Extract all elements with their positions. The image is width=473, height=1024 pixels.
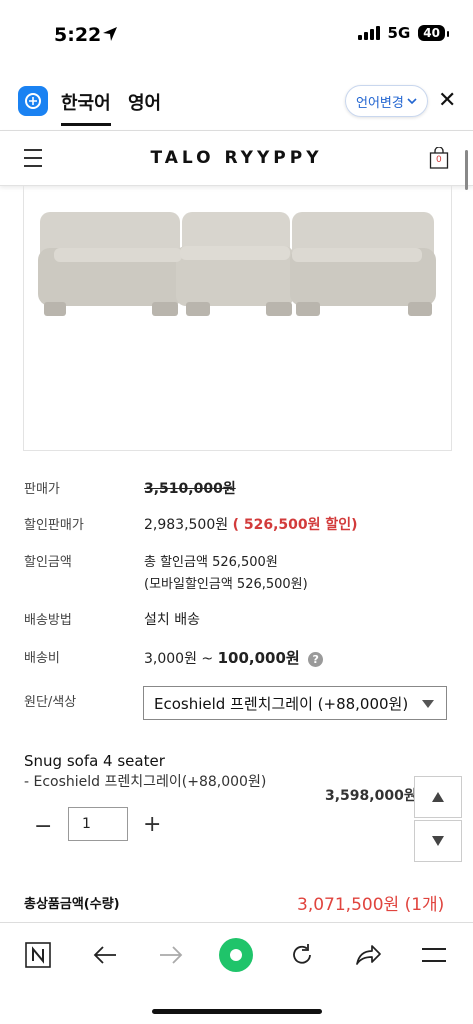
product-image bbox=[23, 186, 452, 451]
shipping-method-value: 설치 배송 bbox=[144, 612, 200, 628]
shipping-fee-to: 100,000원 bbox=[217, 649, 300, 667]
scroll-down-button[interactable] bbox=[414, 820, 462, 862]
translate-logo-icon bbox=[18, 86, 48, 116]
discount-label: 할인금액 bbox=[24, 555, 72, 570]
menu-lines-icon[interactable] bbox=[409, 935, 459, 975]
naver-home-icon[interactable] bbox=[13, 935, 63, 975]
brand-logo[interactable]: TALO RYYPPY bbox=[0, 148, 473, 168]
tab-korean[interactable]: 한국어 bbox=[61, 89, 111, 126]
sale-price-label: 할인판매가 bbox=[24, 518, 84, 533]
quantity-plus-button[interactable]: + bbox=[143, 812, 161, 837]
site-header: TALO RYYPPY 0 bbox=[0, 131, 473, 186]
fabric-select[interactable]: Ecoshield 프렌치그레이 (+88,000원) bbox=[143, 686, 447, 720]
sofa-image bbox=[38, 212, 436, 316]
browser-bottom-nav bbox=[0, 935, 473, 975]
cart-icon[interactable]: 0 bbox=[429, 146, 449, 169]
quantity-minus-button[interactable]: − bbox=[34, 814, 52, 839]
back-icon[interactable] bbox=[80, 935, 130, 975]
cart-count: 0 bbox=[436, 155, 442, 165]
status-time: 5:22 bbox=[54, 24, 102, 46]
translate-bar: 한국어 영어 언어변경 ✕ bbox=[0, 70, 473, 131]
battery-icon: 40 bbox=[418, 25, 449, 41]
status-right: 5G 40 bbox=[357, 24, 449, 42]
price-label: 판매가 bbox=[24, 482, 60, 497]
total-label: 총상품금액(수량) bbox=[24, 897, 120, 912]
tab-english[interactable]: 영어 bbox=[128, 89, 161, 115]
green-dot-icon[interactable] bbox=[211, 935, 261, 975]
scrollbar[interactable] bbox=[465, 150, 468, 190]
sale-price-value: 2,983,500원 bbox=[144, 517, 229, 533]
change-language-label: 언어변경 bbox=[356, 95, 404, 111]
shipping-method-label: 배송방법 bbox=[24, 613, 72, 628]
quantity-input[interactable]: 1 bbox=[68, 807, 128, 841]
change-language-button[interactable]: 언어변경 bbox=[345, 85, 428, 117]
scroll-up-button[interactable] bbox=[414, 776, 462, 818]
refresh-icon[interactable] bbox=[277, 935, 327, 975]
triangle-down-icon bbox=[432, 836, 444, 846]
triangle-up-icon bbox=[432, 792, 444, 802]
share-icon[interactable] bbox=[343, 935, 393, 975]
shipping-fee-row: 3,000원 ~ 100,000원 ? bbox=[144, 647, 324, 668]
discount-total: 총 할인금액 526,500원 bbox=[144, 555, 278, 570]
discount-mobile: (모바일할인금액 526,500원) bbox=[144, 577, 308, 592]
forward-icon[interactable] bbox=[146, 935, 196, 975]
shipping-fee-from: 3,000원 ~ bbox=[144, 651, 218, 667]
close-icon[interactable]: ✕ bbox=[438, 88, 456, 113]
divider bbox=[0, 922, 473, 923]
dropdown-caret-icon bbox=[422, 700, 434, 708]
option-text: - Ecoshield 프렌치그레이(+88,000원) bbox=[24, 774, 267, 790]
price-value: 3,510,000원 bbox=[144, 481, 236, 497]
help-icon[interactable]: ? bbox=[308, 651, 324, 667]
option-product-name: Snug sofa 4 seater bbox=[24, 752, 165, 770]
chevron-down-icon bbox=[407, 98, 417, 105]
location-arrow-icon bbox=[102, 26, 118, 46]
option-price: 3,598,000원 bbox=[325, 788, 417, 804]
shipping-fee-label: 배송비 bbox=[24, 651, 60, 666]
signal-icon bbox=[357, 26, 380, 40]
sale-discount: ( 526,500원 할인) bbox=[232, 517, 358, 533]
total-value: 3,071,500원 (1개) bbox=[297, 895, 445, 915]
home-indicator[interactable] bbox=[152, 1009, 322, 1014]
fabric-label: 원단/색상 bbox=[24, 695, 77, 710]
sale-price-row: 2,983,500원 ( 526,500원 할인) bbox=[144, 514, 358, 534]
network-label: 5G bbox=[387, 24, 411, 42]
fabric-selected: Ecoshield 프렌치그레이 (+88,000원) bbox=[154, 694, 409, 713]
